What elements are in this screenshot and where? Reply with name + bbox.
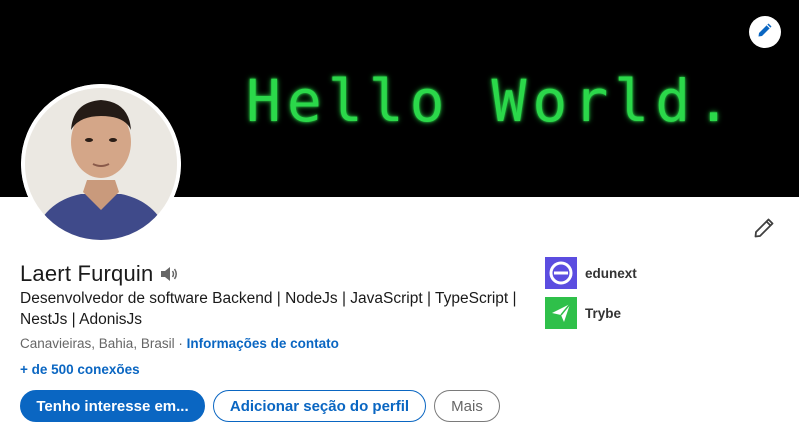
edit-banner-button[interactable] [749, 16, 781, 48]
profile-actions: Tenho interesse em... Adicionar seção do… [20, 390, 500, 422]
speaker-icon[interactable] [159, 265, 179, 283]
org-name: Trybe [585, 305, 622, 321]
edit-intro-button[interactable] [750, 216, 778, 244]
location-row: Canavieiras, Bahia, Brasil · Informações… [20, 336, 339, 351]
more-button[interactable]: Mais [434, 390, 500, 422]
separator: · [174, 336, 187, 351]
connections-link[interactable]: + de 500 conexões [20, 362, 140, 377]
org-name: edunext [585, 265, 637, 281]
org-edunext[interactable]: edunext [545, 257, 637, 289]
contact-info-link[interactable]: Informações de contato [187, 336, 339, 351]
location-text: Canavieiras, Bahia, Brasil [20, 336, 175, 351]
banner-text: Hello World. [246, 67, 738, 135]
open-to-button[interactable]: Tenho interesse em... [20, 390, 205, 422]
organizations-list: edunext Trybe [545, 257, 637, 337]
trybe-logo [545, 297, 577, 329]
profile-headline: Desenvolvedor de software Backend | Node… [20, 290, 517, 328]
profile-photo[interactable] [21, 84, 181, 244]
add-profile-section-button[interactable]: Adicionar seção do perfil [213, 390, 426, 422]
org-trybe[interactable]: Trybe [545, 297, 637, 329]
profile-name: Laert Furquin [20, 261, 154, 286]
pencil-icon [757, 22, 773, 43]
pencil-icon [753, 217, 775, 244]
edunext-logo [545, 257, 577, 289]
name-row: Laert Furquin [20, 261, 179, 287]
